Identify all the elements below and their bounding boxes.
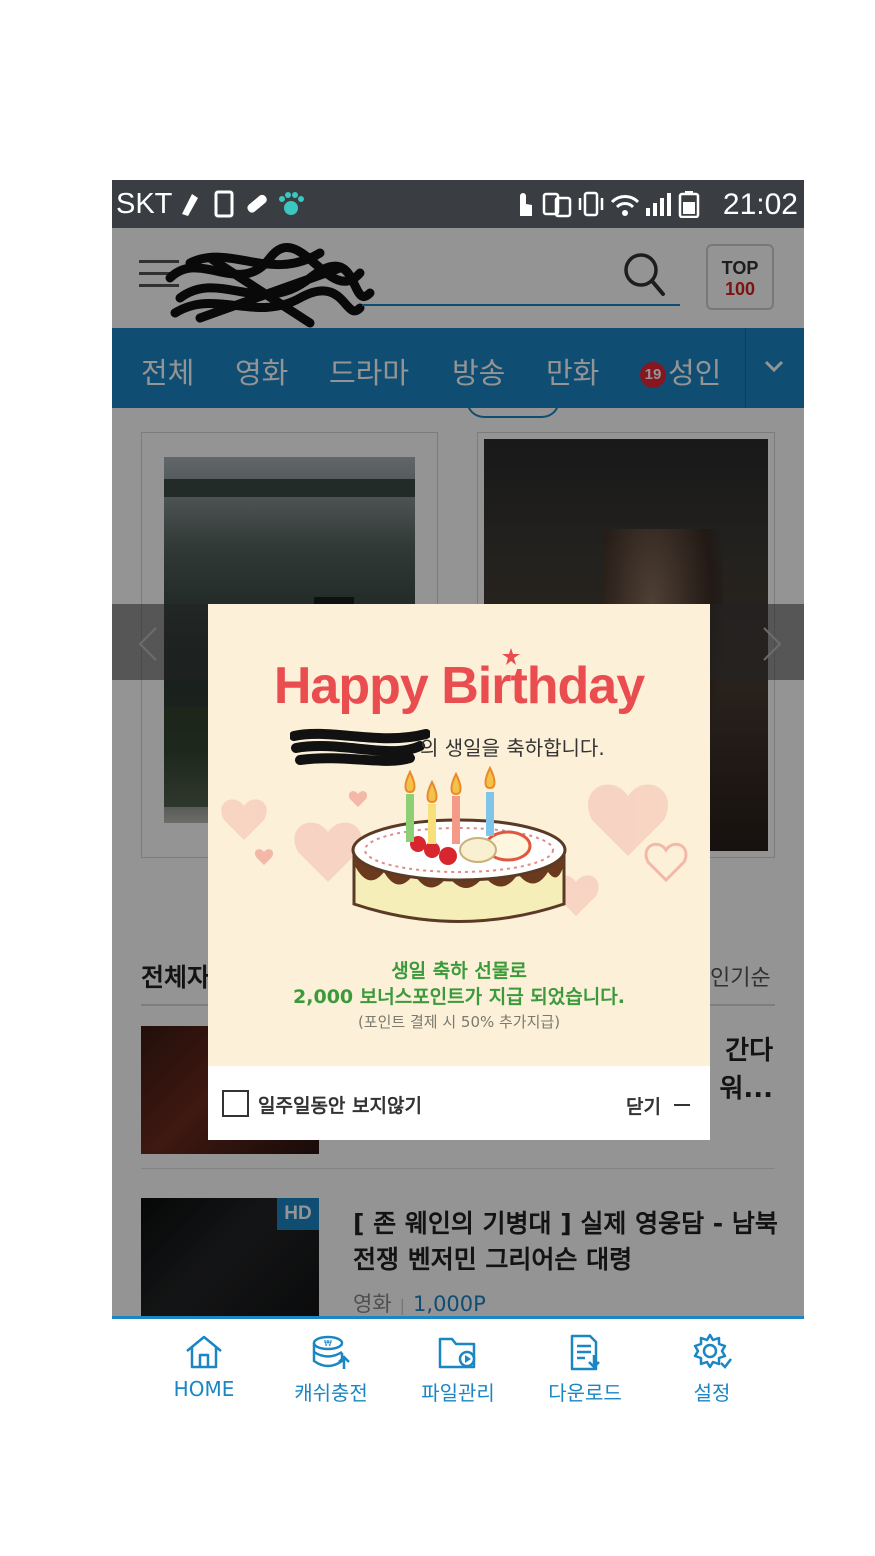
- settings-icon: [693, 1333, 732, 1369]
- hide-week-checkbox[interactable]: [222, 1090, 249, 1117]
- gift-line-1: 생일 축하 선물로: [391, 960, 527, 982]
- battery-icon: [678, 191, 700, 218]
- bottom-nav-label: 파일관리: [421, 1381, 495, 1405]
- gift-line-2: 2,000 보너스포인트가 지급 되었습니다.: [293, 986, 625, 1008]
- cash-charge-icon: ₩: [312, 1335, 350, 1369]
- screen-mirror-icon: [542, 192, 572, 218]
- bottom-nav-home[interactable]: HOME: [144, 1333, 264, 1401]
- file-manage-icon: [438, 1337, 476, 1369]
- clock: 21:02: [722, 188, 798, 221]
- bottom-nav-settings[interactable]: 설정: [652, 1333, 772, 1406]
- home-icon: [186, 1335, 222, 1369]
- birthday-popup: Happy Birthday 의 생일을 축하합니다. 생일 축하 선물로 2,…: [208, 604, 710, 1140]
- greeting-text: 의 생일을 축하합니다.: [420, 736, 605, 760]
- paw-icon: [279, 192, 304, 215]
- bottom-nav-label: 다운로드: [548, 1381, 622, 1405]
- popup-footer: 일주일동안 보지않기 닫기: [208, 1066, 710, 1140]
- bottom-nav-label: HOME: [173, 1377, 235, 1401]
- download-icon: [570, 1334, 600, 1371]
- gift-note: (포인트 결제 시 50% 추가지급): [357, 1013, 561, 1031]
- bottom-nav-download[interactable]: 다운로드: [525, 1333, 645, 1406]
- status-bar: SKT 21:02: [112, 180, 804, 228]
- bottom-nav-label: 설정: [693, 1381, 731, 1405]
- touch-icon: [520, 193, 532, 216]
- star-icon: [502, 648, 520, 665]
- bottom-nav-label: 캐쉬충전: [294, 1381, 368, 1405]
- bottom-nav-files[interactable]: 파일관리: [398, 1333, 518, 1406]
- vibrate-icon: [578, 191, 604, 217]
- notification-icon: [182, 194, 198, 216]
- app-screen: SKT 21:02 TOP 100 전체 영화 드라마 방송 만화 19성인: [112, 180, 804, 1318]
- signal-icon: [646, 193, 671, 216]
- phone-notification-icon: [214, 190, 234, 218]
- close-button[interactable]: 닫기: [626, 1092, 661, 1119]
- popup-heading: Happy Birthday: [273, 657, 645, 715]
- hide-week-label[interactable]: 일주일동안 보지않기: [258, 1091, 422, 1118]
- pill-icon: [247, 194, 267, 213]
- close-icon[interactable]: [674, 1104, 690, 1106]
- bottom-nav-cash[interactable]: ₩ 캐쉬충전: [271, 1333, 391, 1406]
- bottom-nav: HOME ₩ 캐쉬충전 파일관리 다운로드 설정: [112, 1316, 804, 1406]
- svg-text:₩: ₩: [324, 1339, 332, 1348]
- carrier-label: SKT: [116, 188, 173, 220]
- birthday-cake-illustration: [221, 765, 688, 923]
- wifi-icon: [610, 195, 640, 216]
